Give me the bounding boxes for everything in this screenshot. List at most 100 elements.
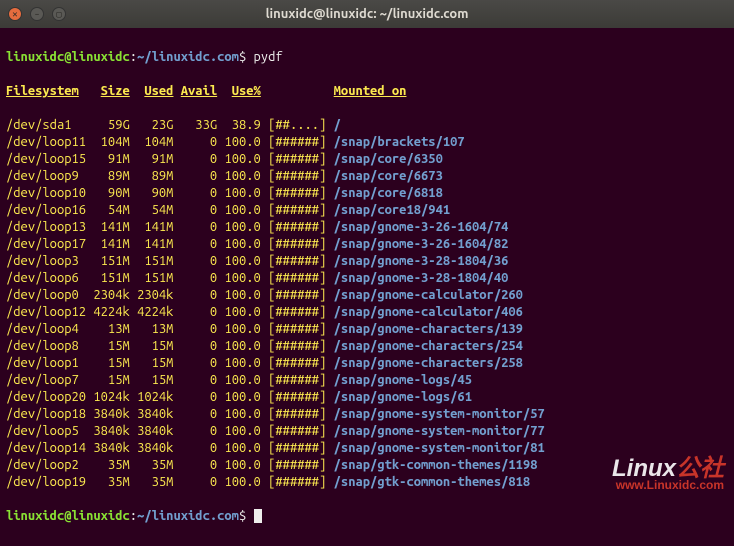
cell-avail: 0 <box>181 424 217 438</box>
cell-avail: 0 <box>181 356 217 370</box>
cell-bar: [######] <box>268 305 326 319</box>
cell-avail: 0 <box>181 288 217 302</box>
cell-avail: 0 <box>181 203 217 217</box>
cell-used: 4224k <box>137 305 173 319</box>
cell-bar: [######] <box>268 407 326 421</box>
table-row: /dev/loop5 3840k 3840k 0 100.0 [######] … <box>6 423 728 440</box>
header-mount: Mounted on <box>334 84 407 98</box>
cell-avail: 0 <box>181 441 217 455</box>
cell-used: 3840k <box>137 424 173 438</box>
maximize-icon[interactable]: ▢ <box>52 7 66 21</box>
table-row: /dev/loop10 90M 90M 0 100.0 [######] /sn… <box>6 185 728 202</box>
cell-used: 35M <box>137 458 173 472</box>
header-avail: Avail <box>181 84 217 98</box>
cell-used: 2304k <box>137 288 173 302</box>
cell-used: 89M <box>137 169 173 183</box>
cell-mount: /snap/gtk-common-themes/818 <box>334 475 531 489</box>
table-row: /dev/loop11 104M 104M 0 100.0 [######] /… <box>6 134 728 151</box>
table-row: /dev/loop16 54M 54M 0 100.0 [######] /sn… <box>6 202 728 219</box>
cell-avail: 0 <box>181 135 217 149</box>
cell-fs: /dev/loop5 <box>6 424 86 438</box>
cell-avail: 0 <box>181 305 217 319</box>
output-rows: /dev/sda1 59G 23G 33G 38.9 [##....] //de… <box>6 117 728 491</box>
table-row: /dev/loop15 91M 91M 0 100.0 [######] /sn… <box>6 151 728 168</box>
cell-usep: 100.0 <box>224 254 260 268</box>
cell-bar: [######] <box>268 186 326 200</box>
cell-bar: [######] <box>268 322 326 336</box>
table-row: /dev/loop19 35M 35M 0 100.0 [######] /sn… <box>6 474 728 491</box>
cell-size: 3840k <box>93 424 129 438</box>
cell-used: 141M <box>137 220 173 234</box>
command-text: pydf <box>254 50 283 64</box>
terminal-area[interactable]: linuxidc@linuxidc:~/linuxidc.com$ pydf F… <box>0 28 734 546</box>
table-row: /dev/loop7 15M 15M 0 100.0 [######] /sna… <box>6 372 728 389</box>
table-row: /dev/loop13 141M 141M 0 100.0 [######] /… <box>6 219 728 236</box>
cell-mount: /snap/gnome-characters/254 <box>334 339 523 353</box>
cell-fs: /dev/loop0 <box>6 288 86 302</box>
prompt-userhost: linuxidc@linuxidc <box>6 50 130 64</box>
cell-size: 3840k <box>93 441 129 455</box>
cell-size: 151M <box>93 271 129 285</box>
cell-usep: 100.0 <box>224 356 260 370</box>
cell-avail: 0 <box>181 254 217 268</box>
cell-usep: 100.0 <box>224 271 260 285</box>
cell-bar: [######] <box>268 441 326 455</box>
cell-bar: [######] <box>268 339 326 353</box>
prompt-path: ~/linuxidc.com <box>137 509 239 523</box>
cell-bar: [######] <box>268 169 326 183</box>
cell-usep: 100.0 <box>224 169 260 183</box>
cell-size: 15M <box>93 356 129 370</box>
cell-fs: /dev/loop8 <box>6 339 86 353</box>
cell-fs: /dev/loop12 <box>6 305 86 319</box>
cell-usep: 100.0 <box>224 322 260 336</box>
minimize-icon[interactable]: – <box>30 7 44 21</box>
cell-bar: [######] <box>268 288 326 302</box>
cell-used: 23G <box>137 118 173 132</box>
header-size: Size <box>101 84 130 98</box>
cell-bar: [######] <box>268 271 326 285</box>
cell-mount: /snap/gnome-calculator/406 <box>334 305 523 319</box>
cell-usep: 100.0 <box>224 288 260 302</box>
cell-fs: /dev/loop10 <box>6 186 86 200</box>
cell-usep: 100.0 <box>224 135 260 149</box>
prompt-userhost: linuxidc@linuxidc <box>6 509 130 523</box>
cell-usep: 100.0 <box>224 152 260 166</box>
cell-mount: /snap/brackets/107 <box>334 135 465 149</box>
cell-usep: 100.0 <box>224 339 260 353</box>
cell-size: 89M <box>93 169 129 183</box>
cell-usep: 100.0 <box>224 458 260 472</box>
cell-fs: /dev/loop6 <box>6 271 86 285</box>
close-icon[interactable]: ✕ <box>8 7 22 21</box>
cell-mount: / <box>334 118 341 132</box>
header-fs: Filesystem <box>6 84 79 98</box>
cell-bar: [######] <box>268 390 326 404</box>
cell-bar: [######] <box>268 254 326 268</box>
cell-mount: /snap/core/6350 <box>334 152 443 166</box>
cell-usep: 100.0 <box>224 305 260 319</box>
cell-used: 141M <box>137 237 173 251</box>
cell-fs: /dev/loop14 <box>6 441 86 455</box>
cell-fs: /dev/loop3 <box>6 254 86 268</box>
cell-mount: /snap/gtk-common-themes/1198 <box>334 458 538 472</box>
cell-size: 59G <box>93 118 129 132</box>
prompt-line: linuxidc@linuxidc:~/linuxidc.com$ pydf <box>6 49 728 66</box>
cell-size: 91M <box>93 152 129 166</box>
cell-fs: /dev/loop18 <box>6 407 86 421</box>
cell-bar: [######] <box>268 424 326 438</box>
cell-used: 15M <box>137 373 173 387</box>
cell-avail: 0 <box>181 407 217 421</box>
cell-fs: /dev/loop20 <box>6 390 86 404</box>
prompt-dollar: $ <box>239 509 254 523</box>
cell-mount: /snap/core/6673 <box>334 169 443 183</box>
cell-used: 3840k <box>137 441 173 455</box>
cell-size: 1024k <box>93 390 129 404</box>
cell-usep: 100.0 <box>224 203 260 217</box>
cell-used: 3840k <box>137 407 173 421</box>
header-used: Used <box>144 84 173 98</box>
cell-bar: [##....] <box>268 118 326 132</box>
prompt-sep: : <box>130 509 137 523</box>
cell-bar: [######] <box>268 203 326 217</box>
cell-fs: /dev/loop11 <box>6 135 86 149</box>
cell-fs: /dev/loop13 <box>6 220 86 234</box>
cell-mount: /snap/gnome-3-26-1604/74 <box>334 220 509 234</box>
